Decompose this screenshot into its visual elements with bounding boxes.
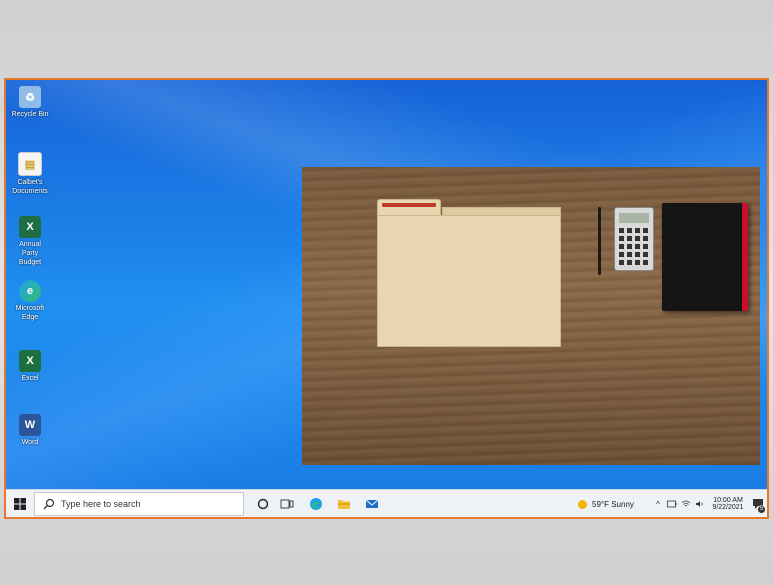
document-icon: ▤ [18, 152, 42, 176]
desktop[interactable]: ♻ Recycle Bin ▤ Calbet's Documents X Ann… [6, 80, 767, 489]
screen-frame: ♻ Recycle Bin ▤ Calbet's Documents X Ann… [4, 78, 769, 519]
desktop-icon-label: Annual Party Budget [18, 241, 42, 266]
desktop-icon-label: Excel [21, 375, 39, 382]
pen [598, 207, 601, 275]
desktop-icon-documents[interactable]: ▤ Calbet's Documents [10, 152, 50, 196]
clock-date: 9/22/2021 [712, 504, 744, 511]
search-icon [43, 498, 55, 510]
word-icon: W [19, 414, 41, 436]
task-view-icon [280, 499, 294, 509]
taskbar-mail-button[interactable] [360, 490, 384, 517]
chevron-up-icon: ^ [656, 499, 660, 509]
edge-icon [310, 498, 322, 510]
speaker-icon [696, 501, 703, 507]
taskbar-file-explorer-button[interactable] [332, 490, 356, 517]
show-hidden-icons-button[interactable]: ^ [652, 490, 664, 517]
battery-status[interactable] [666, 490, 678, 517]
notebook [662, 203, 748, 311]
manila-folder [377, 215, 561, 347]
notification-count-badge: 5 [758, 506, 765, 513]
wifi-icon [681, 500, 691, 507]
sun-icon [578, 499, 587, 509]
desktop-icon-label: Word [21, 439, 39, 446]
folder-tab-label [382, 203, 436, 207]
notifications-button[interactable]: 5 [750, 490, 766, 517]
battery-icon [667, 500, 677, 508]
cortana-circle-icon [257, 498, 269, 510]
taskbar: Type here to search 59°F Sunny ^ 10:00 A… [6, 489, 767, 517]
cortana-button[interactable] [252, 490, 274, 517]
calculator-screen [619, 213, 649, 223]
excel-file-icon: X [19, 216, 41, 238]
desktop-icon-recycle-bin[interactable]: ♻ Recycle Bin [10, 86, 50, 119]
weather-widget[interactable]: 59°F Sunny [578, 490, 654, 517]
desktop-icon-label: Recycle Bin [11, 111, 49, 118]
task-view-button[interactable] [276, 490, 298, 517]
desktop-icon-word[interactable]: W Word [10, 414, 50, 447]
clock[interactable]: 10:00 AM 9/22/2021 [708, 490, 748, 517]
mail-icon [365, 499, 379, 508]
weather-text: 59°F Sunny [592, 499, 634, 509]
search-placeholder: Type here to search [61, 499, 141, 509]
desktop-icon-annual-party-budget[interactable]: X Annual Party Budget [10, 216, 50, 267]
excel-icon: X [19, 350, 41, 372]
recycle-bin-icon: ♻ [19, 86, 41, 108]
volume-control[interactable] [694, 490, 706, 517]
windows-logo-icon [14, 498, 26, 510]
desktop-icon-label: Microsoft Edge [15, 305, 45, 321]
clock-time: 10:00 AM [713, 497, 743, 504]
edge-icon: e [19, 280, 41, 302]
start-button[interactable] [8, 490, 32, 517]
taskbar-search[interactable]: Type here to search [34, 492, 244, 516]
desktop-icon-label: Calbet's Documents [12, 179, 48, 195]
desk-photo [302, 167, 760, 465]
folder-icon [338, 500, 350, 509]
taskbar-edge-button[interactable] [304, 490, 328, 517]
desktop-icon-excel[interactable]: X Excel [10, 350, 50, 383]
network-status[interactable] [680, 490, 692, 517]
calculator [614, 207, 654, 271]
desktop-icon-edge[interactable]: e Microsoft Edge [10, 280, 50, 322]
calculator-keys [619, 228, 649, 266]
